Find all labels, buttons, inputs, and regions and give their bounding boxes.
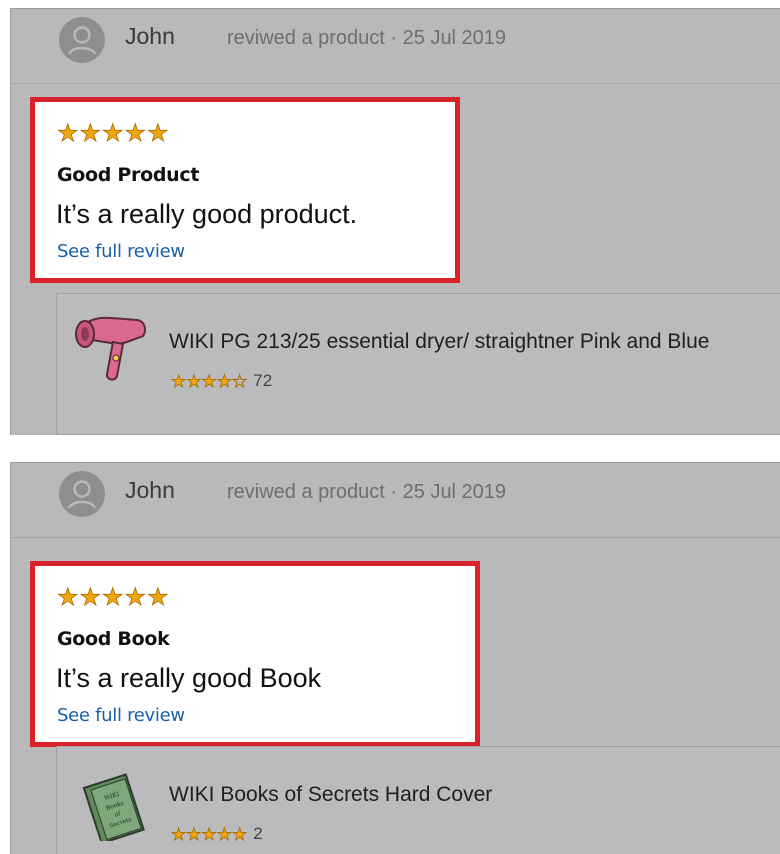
- star-icon: ★: [102, 120, 124, 147]
- star-icon: ★: [201, 824, 217, 844]
- product-star-rating: ★ ★ ★ ★ ★ 72: [171, 371, 273, 391]
- reviewer-name[interactable]: John: [125, 477, 175, 504]
- star-icon: ★: [79, 120, 102, 147]
- review-meta: reviwed a product · 25 Jul 2019: [227, 481, 507, 503]
- avatar[interactable]: [59, 17, 105, 63]
- product-card[interactable]: WIKI Books of Secrets WIKI Books of Secr…: [56, 746, 780, 854]
- review-star-rating: ★ ★ ★ ★ ★: [57, 120, 169, 147]
- star-icon: ★: [147, 120, 169, 147]
- review-body: It’s a really good product.: [56, 199, 358, 229]
- see-full-review-link[interactable]: See full review: [57, 705, 185, 726]
- review-card-1: John reviwed a product · 25 Jul 2019 ★ ★…: [10, 8, 780, 436]
- rating-count[interactable]: 72: [253, 371, 272, 391]
- star-icon: ★: [171, 371, 187, 391]
- review-meta: reviwed a product · 25 Jul 2019: [227, 27, 507, 49]
- product-star-rating: ★ ★ ★ ★ ★ 2: [171, 824, 263, 844]
- half-star-icon: ★: [216, 371, 232, 391]
- book-icon[interactable]: WIKI Books of Secrets: [71, 761, 161, 845]
- review-star-rating: ★ ★ ★ ★ ★: [57, 584, 169, 611]
- star-icon: ★: [124, 120, 147, 147]
- review-header: John reviwed a product · 25 Jul 2019: [11, 9, 780, 84]
- highlighted-review: ★ ★ ★ ★ ★ Good Product It’s a really goo…: [30, 97, 460, 283]
- highlighted-review: ★ ★ ★ ★ ★ Good Book It’s a really good B…: [30, 561, 480, 747]
- review-card-2: John reviwed a product · 25 Jul 2019 ★ ★…: [10, 462, 780, 854]
- star-icon: ★: [147, 584, 169, 611]
- review-header: John reviwed a product · 25 Jul 2019: [11, 463, 780, 538]
- user-icon: [60, 18, 104, 62]
- hair-dryer-icon[interactable]: [71, 308, 161, 388]
- reviewer-name[interactable]: John: [125, 23, 175, 50]
- star-icon: ★: [216, 824, 232, 844]
- star-icon: ★: [102, 584, 124, 611]
- review-title: Good Product: [57, 164, 200, 186]
- star-icon: ★: [57, 584, 79, 611]
- star-icon: ★: [186, 371, 202, 391]
- star-icon: ★: [186, 824, 202, 844]
- star-icon: ★: [232, 824, 248, 844]
- review-body: It’s a really good Book: [56, 663, 322, 693]
- review-title: Good Book: [57, 628, 170, 650]
- star-icon: ★: [171, 824, 187, 844]
- rating-count[interactable]: 2: [253, 824, 262, 844]
- user-icon: [60, 472, 104, 516]
- star-icon: ★: [79, 584, 102, 611]
- see-full-review-link[interactable]: See full review: [57, 241, 185, 262]
- product-name[interactable]: WIKI Books of Secrets Hard Cover: [169, 783, 492, 807]
- product-card[interactable]: WIKI PG 213/25 essential dryer/ straight…: [56, 293, 780, 435]
- empty-star-icon: ★: [231, 371, 248, 391]
- star-icon: ★: [124, 584, 147, 611]
- divider: [0, 435, 780, 462]
- avatar[interactable]: [59, 471, 105, 517]
- star-icon: ★: [57, 120, 79, 147]
- star-icon: ★: [201, 371, 217, 391]
- product-name[interactable]: WIKI PG 213/25 essential dryer/ straight…: [169, 330, 709, 354]
